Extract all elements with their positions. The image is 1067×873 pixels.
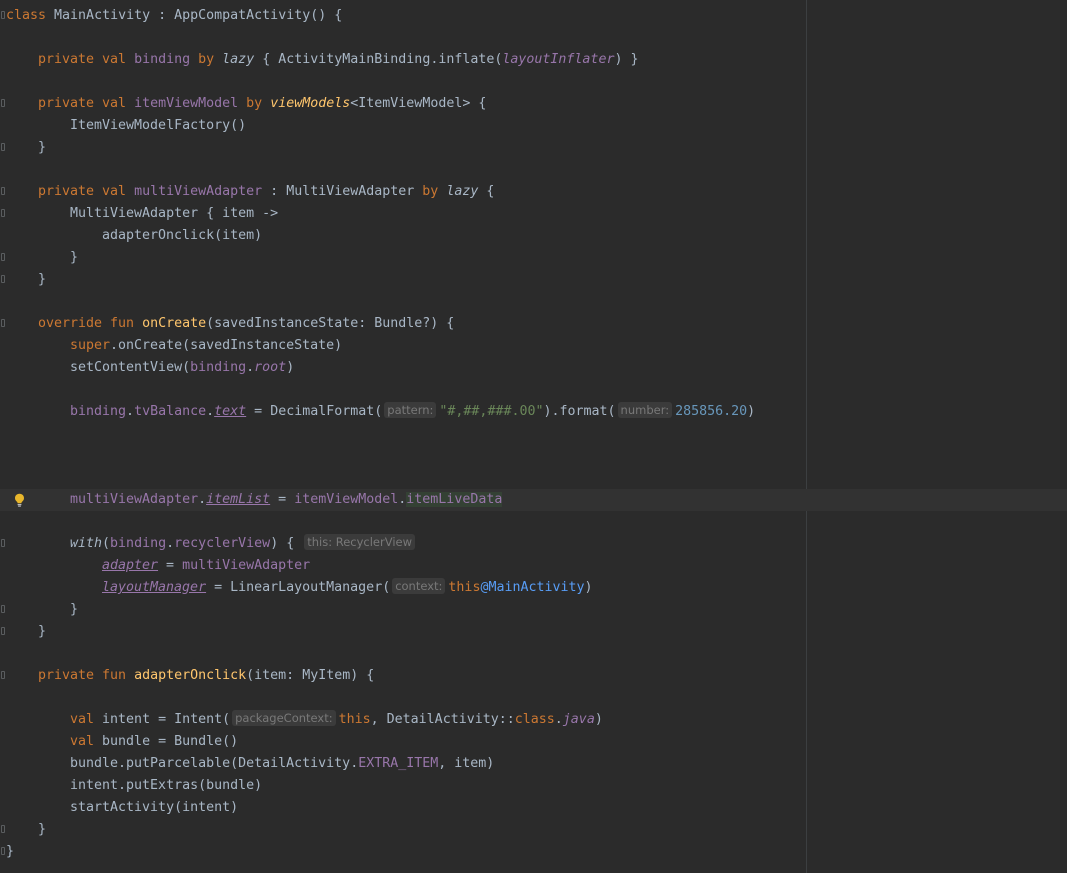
fold-marker-icon[interactable]	[1, 539, 5, 547]
code-line[interactable]: super.onCreate(savedInstanceState)	[0, 335, 1067, 357]
code-line[interactable]: adapterOnclick(item)	[0, 225, 1067, 247]
code-line[interactable]: override fun onCreate(savedInstanceState…	[0, 313, 1067, 335]
code-line[interactable]: bundle.putParcelable(DetailActivity.EXTR…	[0, 753, 1067, 775]
parameter-hint: number:	[617, 402, 673, 418]
code-line[interactable]: val bundle = Bundle()	[0, 731, 1067, 753]
fold-marker-icon[interactable]	[1, 253, 5, 261]
code-line[interactable]: startActivity(intent)	[0, 797, 1067, 819]
line-text: intent.putExtras(bundle)	[70, 778, 263, 793]
line-text: override fun onCreate(savedInstanceState…	[38, 316, 455, 331]
line-text: adapterOnclick(item)	[102, 228, 263, 243]
code-editor[interactable]: class MainActivity : AppCompatActivity()…	[0, 0, 1067, 873]
code-line[interactable]: }	[0, 599, 1067, 621]
line-text: class MainActivity : AppCompatActivity()…	[6, 8, 343, 23]
line-text: private val itemViewModel by viewModels<…	[38, 96, 487, 111]
line-text: with(binding.recyclerView) { this: Recyc…	[70, 533, 418, 555]
fold-marker-icon[interactable]	[1, 99, 5, 107]
fold-marker-icon[interactable]	[1, 275, 5, 283]
code-line[interactable]: adapter = multiViewAdapter	[0, 555, 1067, 577]
code-line[interactable]	[0, 27, 1067, 49]
line-text: setContentView(binding.root)	[70, 360, 295, 375]
code-line[interactable]	[0, 71, 1067, 93]
fold-marker-icon[interactable]	[1, 627, 5, 635]
line-text: adapter = multiViewAdapter	[102, 558, 311, 573]
code-line[interactable]: }	[0, 137, 1067, 159]
fold-marker-icon[interactable]	[1, 671, 5, 679]
line-text: layoutManager = LinearLayoutManager(cont…	[102, 578, 593, 595]
line-text: }	[6, 844, 15, 859]
code-line[interactable]: with(binding.recyclerView) { this: Recyc…	[0, 533, 1067, 555]
lightbulb-icon[interactable]	[14, 493, 25, 507]
code-line[interactable]: }	[0, 819, 1067, 841]
code-line[interactable]: setContentView(binding.root)	[0, 357, 1067, 379]
code-line[interactable]	[0, 467, 1067, 489]
code-line[interactable]: binding.tvBalance.text = DecimalFormat(p…	[0, 401, 1067, 423]
code-line[interactable]: layoutManager = LinearLayoutManager(cont…	[0, 577, 1067, 599]
line-text: MultiViewAdapter { item ->	[70, 206, 279, 221]
code-line[interactable]	[0, 511, 1067, 533]
line-text: }	[38, 822, 47, 837]
line-text: bundle.putParcelable(DetailActivity.EXTR…	[70, 756, 495, 771]
fold-marker-icon[interactable]	[1, 11, 5, 19]
line-text: ItemViewModelFactory()	[70, 118, 247, 133]
line-text: val intent = Intent(packageContext: this,…	[70, 710, 603, 727]
line-text: }	[38, 624, 47, 639]
fold-marker-icon[interactable]	[1, 319, 5, 327]
code-line[interactable]: private fun adapterOnclick(item: MyItem)…	[0, 665, 1067, 687]
line-text: }	[38, 140, 47, 155]
line-text: private val multiViewAdapter : MultiView…	[38, 184, 495, 199]
code-area[interactable]: class MainActivity : AppCompatActivity()…	[0, 5, 1067, 863]
line-text: }	[70, 602, 79, 617]
line-text: private val binding by lazy { ActivityMa…	[38, 52, 639, 67]
parameter-hint: pattern:	[384, 402, 437, 418]
line-text: private fun adapterOnclick(item: MyItem)…	[38, 668, 375, 683]
fold-marker-icon[interactable]	[1, 825, 5, 833]
line-text: }	[70, 250, 79, 265]
code-line[interactable]	[0, 379, 1067, 401]
code-line[interactable]: private val itemViewModel by viewModels<…	[0, 93, 1067, 115]
parameter-hint: context:	[392, 578, 446, 594]
code-line[interactable]: intent.putExtras(bundle)	[0, 775, 1067, 797]
code-line[interactable]: ItemViewModelFactory()	[0, 115, 1067, 137]
line-text: binding.tvBalance.text = DecimalFormat(p…	[70, 402, 756, 419]
code-line[interactable]	[0, 159, 1067, 181]
code-line[interactable]	[0, 423, 1067, 445]
line-text: super.onCreate(savedInstanceState)	[70, 338, 343, 353]
line-text: }	[38, 272, 47, 287]
parameter-hint: packageContext:	[232, 710, 336, 726]
code-line[interactable]: }	[0, 269, 1067, 291]
lambda-receiver-hint: this: RecyclerView	[304, 534, 416, 550]
fold-marker-icon[interactable]	[1, 143, 5, 151]
code-line[interactable]	[0, 291, 1067, 313]
code-line[interactable]: MultiViewAdapter { item ->	[0, 203, 1067, 225]
code-line[interactable]: private val multiViewAdapter : MultiView…	[0, 181, 1067, 203]
line-text: multiViewAdapter.itemList = itemViewMode…	[70, 492, 503, 507]
code-line[interactable]	[0, 643, 1067, 665]
code-line[interactable]: }	[0, 841, 1067, 863]
code-line[interactable]: private val binding by lazy { ActivityMa…	[0, 49, 1067, 71]
fold-marker-icon[interactable]	[1, 605, 5, 613]
line-text: val bundle = Bundle()	[70, 734, 239, 749]
code-line[interactable]: }	[0, 621, 1067, 643]
fold-marker-icon[interactable]	[1, 209, 5, 217]
fold-marker-icon[interactable]	[1, 187, 5, 195]
code-line[interactable]	[0, 445, 1067, 467]
code-line[interactable]: val intent = Intent(packageContext: this,…	[0, 709, 1067, 731]
code-line[interactable]: class MainActivity : AppCompatActivity()…	[0, 5, 1067, 27]
code-line[interactable]: }	[0, 247, 1067, 269]
fold-marker-icon[interactable]	[1, 847, 5, 855]
line-text: startActivity(intent)	[70, 800, 239, 815]
code-line[interactable]	[0, 687, 1067, 709]
current-code-line[interactable]: multiViewAdapter.itemList = itemViewMode…	[0, 489, 1067, 511]
